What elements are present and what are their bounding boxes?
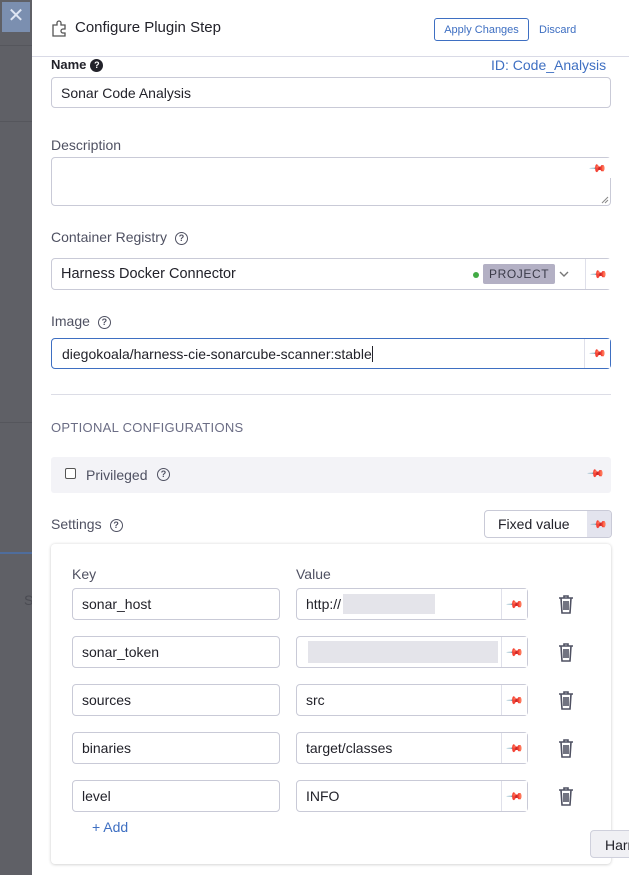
bg-divider [0, 121, 32, 122]
setting-key-input[interactable]: sources [72, 684, 280, 716]
help-icon[interactable]: ? [97, 316, 111, 329]
help-icon[interactable]: ? [90, 59, 104, 72]
setting-key-value: sonar_token [82, 644, 160, 660]
pin-icon: 📌 [505, 739, 524, 758]
setting-key-value: sources [82, 692, 132, 708]
setting-value-text: INFO [306, 788, 340, 804]
redacted-value [308, 641, 498, 663]
setting-value-input[interactable] [296, 636, 528, 668]
bg-divider [0, 422, 32, 423]
redacted-value [343, 594, 436, 614]
close-icon[interactable]: ✕ [2, 2, 30, 32]
step-id: ID: Code_Analysis [491, 57, 606, 73]
settings-label-text: Settings [51, 516, 102, 532]
registry-label-text: Container Registry [51, 229, 167, 245]
chevron-down-icon[interactable] [559, 270, 569, 278]
pin-icon: 📌 [505, 787, 524, 806]
fixed-value-label: Fixed value [498, 516, 570, 532]
setting-value-text: http:// [306, 596, 342, 612]
setting-key-value: level [82, 788, 111, 804]
setting-value-pin-button[interactable]: 📌 [501, 589, 527, 619]
registry-value: Harness Docker Connector [61, 266, 236, 282]
setting-value-pin-button[interactable]: 📌 [501, 685, 527, 715]
trash-icon[interactable] [558, 594, 574, 614]
drawer-title: Configure Plugin Step [75, 19, 221, 36]
pin-icon[interactable]: 📌 [586, 464, 605, 483]
setting-key-value: sonar_host [82, 596, 152, 612]
text-cursor [371, 345, 373, 362]
section-divider [51, 394, 611, 395]
pin-icon: 📌 [589, 515, 608, 534]
setting-key-input[interactable]: sonar_host [72, 588, 280, 620]
apply-changes-button[interactable]: Apply Changes [434, 18, 529, 41]
registry-pin-button[interactable]: 📌 [585, 259, 611, 289]
name-label: Name? [51, 57, 104, 72]
description-label: Description [51, 137, 122, 153]
setting-value-text: src [306, 692, 325, 708]
pin-icon: 📌 [588, 159, 607, 178]
background-app: ✕ S [0, 0, 33, 875]
id-value[interactable]: Code_Analysis [513, 57, 606, 73]
value-column-header: Value [296, 566, 331, 582]
registry-label: Container Registry? [51, 229, 188, 245]
description-pin-button[interactable]: 📌 [585, 158, 611, 178]
privileged-row: Privileged ? 📌 [51, 457, 611, 493]
discard-button[interactable]: Discard [539, 18, 576, 41]
name-label-text: Name [51, 57, 87, 72]
setting-value-input[interactable]: http:// [296, 588, 528, 620]
image-input[interactable]: diegokoala/harness-cie-sonarcube-scanner… [51, 338, 611, 369]
help-icon[interactable]: ? [174, 232, 188, 245]
setting-value-pin-button[interactable]: 📌 [501, 733, 527, 763]
setting-key-value: binaries [82, 740, 132, 756]
image-label: Image? [51, 313, 111, 329]
name-value: Sonar Code Analysis [61, 84, 191, 101]
setting-value-input[interactable]: INFO [296, 780, 528, 812]
setting-value-pin-button[interactable]: 📌 [501, 637, 527, 667]
connector-status-dot [473, 272, 479, 278]
image-value: diegokoala/harness-cie-sonarcube-scanner… [62, 345, 372, 362]
name-input[interactable]: Sonar Code Analysis [51, 77, 611, 108]
setting-key-input[interactable]: sonar_token [72, 636, 280, 668]
setting-value-input[interactable]: src [296, 684, 528, 716]
setting-key-input[interactable]: level [72, 780, 280, 812]
pin-icon: 📌 [588, 344, 607, 363]
image-pin-button[interactable]: 📌 [584, 339, 610, 368]
registry-select[interactable]: Harness Docker Connector PROJECT [51, 258, 611, 290]
trash-icon[interactable] [558, 642, 574, 662]
bg-active-indicator [0, 552, 32, 554]
drawer-header: Configure Plugin Step Apply Changes Disc… [32, 0, 629, 57]
scope-badge: PROJECT [483, 264, 556, 284]
configure-plugin-drawer: Configure Plugin Step Apply Changes Disc… [32, 0, 629, 875]
harness-floating-tab[interactable]: Harness [590, 830, 629, 858]
help-icon[interactable]: ? [109, 519, 123, 532]
help-icon[interactable]: ? [157, 468, 170, 481]
id-prefix: ID: [491, 57, 513, 73]
image-label-text: Image [51, 313, 90, 329]
settings-panel: Key Value sonar_host http:// 📌 sonar_tok… [51, 544, 611, 864]
pin-icon: 📌 [505, 643, 524, 662]
resize-handle-icon[interactable] [601, 196, 609, 204]
description-textarea[interactable] [51, 157, 611, 206]
trash-icon[interactable] [558, 690, 574, 710]
privileged-label: Privileged [86, 467, 148, 483]
pin-icon: 📌 [589, 265, 608, 284]
setting-value-input[interactable]: target/classes [296, 732, 528, 764]
settings-pin-button[interactable]: 📌 [587, 511, 611, 537]
setting-value-text: target/classes [306, 740, 393, 756]
pin-icon: 📌 [505, 595, 524, 614]
pin-icon: 📌 [505, 691, 524, 710]
settings-label: Settings? [51, 516, 123, 532]
privileged-checkbox[interactable] [65, 468, 76, 479]
setting-value-pin-button[interactable]: 📌 [501, 781, 527, 811]
key-column-header: Key [72, 566, 97, 582]
bg-divider [0, 45, 32, 46]
setting-key-input[interactable]: binaries [72, 732, 280, 764]
optional-configurations-heading: OPTIONAL CONFIGURATIONS [51, 420, 244, 435]
plugin-icon [52, 20, 66, 37]
trash-icon[interactable] [558, 786, 574, 806]
trash-icon[interactable] [558, 738, 574, 758]
fixed-value-button[interactable]: Fixed value 📌 [484, 510, 612, 538]
add-setting-button[interactable]: + Add [92, 819, 128, 835]
